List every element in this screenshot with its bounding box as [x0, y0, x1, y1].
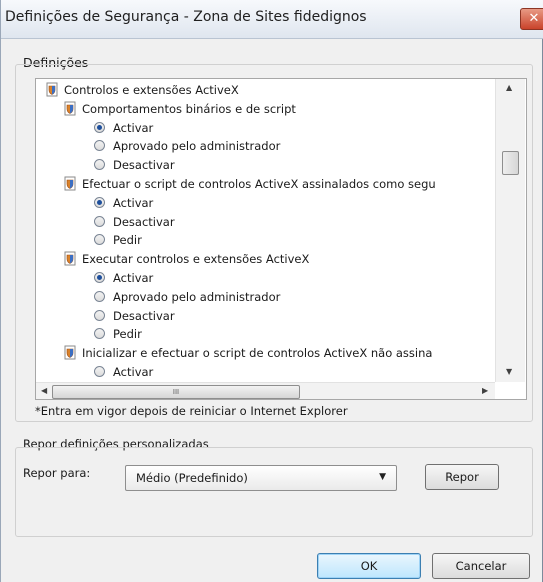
ok-button[interactable]: OK — [317, 553, 421, 579]
security-settings-dialog: Definições de Segurança - Zona de Sites … — [0, 0, 543, 582]
tree-row-label: Controlos e extensões ActiveX — [64, 83, 239, 97]
radio-unchecked-icon[interactable] — [94, 140, 105, 151]
reset-to-label: Repor para: — [23, 466, 91, 480]
tree-row-label: Desactivar — [113, 158, 175, 172]
scroll-up-arrow-icon[interactable]: ▲ — [506, 83, 512, 92]
tree-row-label: Aprovado pelo administrador — [113, 290, 281, 304]
setting-option[interactable]: Desactivar — [94, 213, 175, 231]
settings-shield-icon — [64, 176, 76, 191]
setting-option[interactable]: Pedir — [94, 231, 142, 249]
setting-option[interactable]: Pedir — [94, 325, 142, 343]
vertical-scroll-thumb[interactable] — [502, 151, 519, 175]
tree-row-label: Activar — [113, 271, 154, 285]
settings-shield-icon — [64, 101, 76, 116]
window-title: Definições de Segurança - Zona de Sites … — [5, 9, 367, 25]
tree-row-label: Desactivar — [113, 309, 175, 323]
radio-unchecked-icon[interactable] — [94, 328, 105, 339]
tree-row-label: Pedir — [113, 233, 142, 247]
radio-checked-icon[interactable] — [94, 122, 105, 133]
horizontal-scroll-thumb[interactable]: III — [52, 385, 300, 399]
radio-unchecked-icon[interactable] — [94, 366, 105, 377]
vertical-scrollbar[interactable]: ▲ ▼ — [495, 79, 525, 382]
settings-category: Controlos e extensões ActiveX — [46, 81, 239, 99]
settings-tree-content: Controlos e extensões ActiveX Comportamen… — [36, 79, 495, 382]
setting-option[interactable]: Activar — [94, 269, 153, 287]
tree-row-label: Executar controlos e extensões ActiveX — [82, 252, 310, 266]
tree-row-label: Aprovado pelo administrador — [113, 139, 281, 153]
radio-unchecked-icon[interactable] — [94, 310, 105, 321]
title-bar: Definições de Segurança - Zona de Sites … — [1, 0, 543, 39]
reset-level-value: Médio (Predefinido) — [136, 471, 248, 485]
tree-row-label: Activar — [113, 365, 154, 379]
scroll-down-arrow-icon[interactable]: ▼ — [506, 367, 512, 376]
settings-shield-icon — [46, 82, 58, 97]
tree-row-label: Activar — [113, 121, 154, 135]
scroll-left-arrow-icon[interactable]: ◀ — [41, 386, 47, 395]
setting-option[interactable]: Aprovado pelo administrador — [94, 288, 280, 306]
close-icon: ✕ — [528, 11, 540, 26]
radio-unchecked-icon[interactable] — [94, 159, 105, 170]
setting-option[interactable]: Activar — [94, 194, 153, 212]
settings-shield-icon — [64, 345, 76, 360]
radio-unchecked-icon[interactable] — [94, 291, 105, 302]
setting-option[interactable]: Desactivar — [94, 307, 175, 325]
setting-option[interactable]: Desactivar — [94, 156, 175, 174]
cancel-button[interactable]: Cancelar — [432, 553, 530, 579]
radio-unchecked-icon[interactable] — [94, 234, 105, 245]
tree-row-label: Desactivar — [113, 215, 175, 229]
reset-group-frame — [15, 447, 533, 537]
close-button[interactable]: ✕ — [520, 8, 543, 30]
radio-unchecked-icon[interactable] — [94, 216, 105, 227]
tree-row-label: Pedir — [113, 327, 142, 341]
tree-row-label: Comportamentos binários e de script — [82, 102, 296, 116]
radio-checked-icon[interactable] — [94, 272, 105, 283]
settings-tree[interactable]: Controlos e extensões ActiveX Comportamen… — [35, 78, 527, 400]
restart-note: *Entra em vigor depois de reiniciar o In… — [35, 404, 348, 418]
setting-option[interactable]: Activar — [94, 363, 153, 381]
setting-option[interactable]: Aprovado pelo administrador — [94, 137, 280, 155]
reset-button[interactable]: Repor — [425, 464, 499, 490]
radio-checked-icon[interactable] — [94, 197, 105, 208]
setting-item: Comportamentos binários e de script — [64, 100, 296, 118]
chevron-down-icon: ▼ — [379, 472, 386, 482]
reset-level-select[interactable]: Médio (Predefinido) ▼ — [125, 465, 397, 491]
setting-option[interactable]: Activar — [94, 119, 153, 137]
scroll-grip-icon: III — [172, 388, 180, 396]
setting-item: Inicializar e efectuar o script de contr… — [64, 344, 432, 362]
settings-shield-icon — [64, 251, 76, 266]
tree-row-label: Inicializar e efectuar o script de contr… — [82, 346, 433, 360]
setting-item: Efectuar o script de controlos ActiveX a… — [64, 175, 436, 193]
tree-row-label: Activar — [113, 196, 154, 210]
tree-row-label: Efectuar o script de controlos ActiveX a… — [82, 177, 436, 191]
setting-item: Executar controlos e extensões ActiveX — [64, 250, 309, 268]
horizontal-scrollbar[interactable]: ◀ III ▶ — [36, 382, 495, 399]
scroll-right-arrow-icon[interactable]: ▶ — [482, 386, 488, 395]
